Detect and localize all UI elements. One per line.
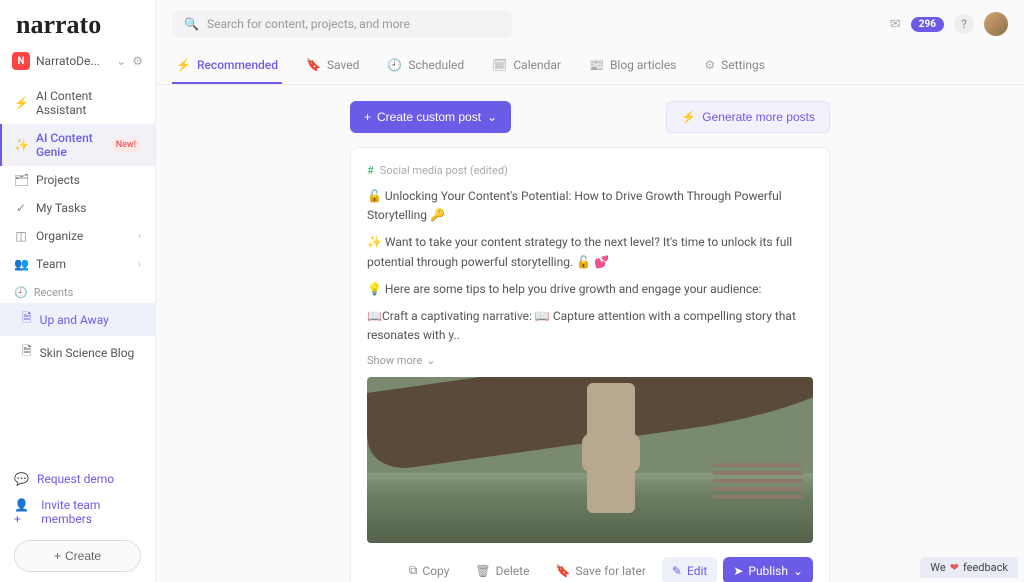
tab-settings[interactable]: ⚙Settings: [700, 48, 769, 84]
clock-icon: 🕘: [14, 286, 28, 299]
recent-item-up-and-away[interactable]: 🗎 Up and Away: [0, 303, 155, 336]
sidebar-bottom: 💬 Request demo 👤+ Invite team members + …: [0, 456, 155, 582]
create-button[interactable]: + Create: [14, 540, 141, 572]
nav-ai-genie[interactable]: ✨ AI Content Genie New!: [0, 124, 155, 166]
topbar-right: ✉ 296 ?: [890, 12, 1008, 36]
doc-icon: 🗎: [22, 342, 32, 363]
post-line-2: ✨ Want to take your content strategy to …: [367, 233, 813, 271]
hash-icon: #: [367, 164, 374, 177]
post-actions: ⧉Copy 🗑Delete 🔖Save for later ✎Edit ➤Pub…: [367, 557, 813, 582]
nav-label: Projects: [36, 173, 80, 187]
post-image: [367, 377, 813, 543]
tab-saved[interactable]: 🔖Saved: [302, 48, 363, 84]
sparkle-icon: ✨: [14, 138, 28, 152]
plus-icon: +: [54, 549, 61, 563]
nav-organize[interactable]: ◫ Organize ›: [0, 222, 155, 250]
search-placeholder: Search for content, projects, and more: [207, 17, 410, 31]
nav-ai-assistant[interactable]: ⚡ AI Content Assistant: [0, 82, 155, 124]
copy-icon: ⧉: [409, 563, 418, 578]
nav-label: AI Content Genie: [36, 131, 103, 159]
sidebar: narrato N NarratoDe... ⌄ ⚙ ⚡ AI Content …: [0, 0, 156, 582]
content-toolbar: + Create custom post ⌄ ⚡ Generate more p…: [350, 101, 830, 133]
recent-label: Skin Science Blog: [40, 346, 135, 360]
chevron-down-icon: ⌄: [116, 54, 126, 68]
tab-blog[interactable]: 📰Blog articles: [585, 48, 680, 84]
bolt-icon: ⚡: [14, 96, 28, 110]
workspace-selector[interactable]: N NarratoDe... ⌄ ⚙: [0, 46, 155, 76]
workspace-avatar: N: [12, 52, 30, 70]
generate-more-button[interactable]: ⚡ Generate more posts: [666, 101, 830, 133]
post-card: # Social media post (edited) 🔓 Unlocking…: [350, 147, 830, 582]
pencil-icon: ✎: [672, 564, 682, 578]
workspace-name: NarratoDe...: [36, 54, 100, 68]
bookmark-icon: 🔖: [306, 58, 321, 72]
calendar-icon: 🗓: [492, 58, 507, 72]
clock-icon: 🕘: [387, 58, 402, 72]
folder-icon: 🗂: [14, 173, 28, 187]
nav-label: My Tasks: [36, 201, 86, 215]
content-tabs: ⚡Recommended 🔖Saved 🕘Scheduled 🗓Calendar…: [156, 48, 1024, 85]
search-icon: 🔍: [184, 17, 199, 31]
check-icon: ✓: [14, 201, 28, 215]
mail-icon[interactable]: ✉: [890, 17, 901, 32]
invite-link[interactable]: 👤+ Invite team members: [14, 492, 141, 532]
post-type: # Social media post (edited): [367, 164, 813, 177]
user-avatar[interactable]: [984, 12, 1008, 36]
search-input[interactable]: 🔍 Search for content, projects, and more: [172, 10, 512, 38]
chevron-down-icon: ⌄: [487, 110, 497, 124]
bolt-icon: ⚡: [176, 58, 191, 72]
main: 🔍 Search for content, projects, and more…: [156, 0, 1024, 582]
feedback-widget[interactable]: We ❤ feedback: [920, 557, 1018, 578]
nav-label: AI Content Assistant: [36, 89, 141, 117]
copy-button[interactable]: ⧉Copy: [399, 557, 460, 582]
recents-heading: 🕘 Recents: [0, 278, 155, 303]
delete-button[interactable]: 🗑Delete: [465, 557, 539, 582]
nav-my-tasks[interactable]: ✓ My Tasks: [0, 194, 155, 222]
chevron-down-icon: ⌄: [426, 354, 435, 367]
publish-button[interactable]: ➤Publish⌄: [723, 557, 813, 582]
bolt-icon: ⚡: [681, 110, 696, 124]
nav-label: Organize: [36, 229, 83, 243]
gear-icon: ⚙: [704, 58, 715, 72]
tab-scheduled[interactable]: 🕘Scheduled: [383, 48, 468, 84]
post-line-1: 🔓 Unlocking Your Content's Potential: Ho…: [367, 187, 813, 225]
post-line-4: 📖Craft a captivating narrative: 📖 Captur…: [367, 307, 813, 345]
edit-button[interactable]: ✎Edit: [662, 557, 717, 582]
article-icon: 📰: [589, 58, 604, 72]
new-badge: New!: [111, 138, 141, 152]
chat-icon: 💬: [14, 472, 29, 486]
bookmark-icon: 🔖: [555, 564, 570, 578]
grid-icon: ◫: [14, 229, 28, 243]
doc-icon: 🗎: [22, 309, 32, 330]
nav-label: Team: [36, 257, 66, 271]
trash-icon: 🗑: [475, 564, 490, 578]
tab-calendar[interactable]: 🗓Calendar: [488, 48, 565, 84]
post-line-3: 💡 Here are some tips to help you drive g…: [367, 280, 813, 299]
recent-label: Up and Away: [40, 313, 109, 327]
request-demo-link[interactable]: 💬 Request demo: [14, 466, 141, 492]
tab-recommended[interactable]: ⚡Recommended: [172, 48, 282, 84]
nav-projects[interactable]: 🗂 Projects: [0, 166, 155, 194]
show-more-link[interactable]: Show more ⌄: [367, 354, 435, 367]
primary-nav: ⚡ AI Content Assistant ✨ AI Content Geni…: [0, 82, 155, 278]
help-icon[interactable]: ?: [954, 14, 974, 34]
notification-count[interactable]: 296: [911, 17, 944, 32]
plus-icon: +: [364, 110, 371, 124]
recent-item-skin-science[interactable]: 🗎 Skin Science Blog: [0, 336, 155, 369]
content-area: + Create custom post ⌄ ⚡ Generate more p…: [156, 85, 1024, 582]
heart-icon: ❤: [950, 561, 959, 574]
chevron-right-icon: ›: [138, 231, 141, 242]
save-button[interactable]: 🔖Save for later: [545, 557, 655, 582]
create-custom-post-button[interactable]: + Create custom post ⌄: [350, 101, 511, 133]
chevron-down-icon: ⌄: [793, 564, 803, 578]
chevron-right-icon: ›: [138, 259, 141, 270]
nav-team[interactable]: 👥 Team ›: [0, 250, 155, 278]
user-plus-icon: 👤+: [14, 498, 33, 526]
team-icon: 👥: [14, 257, 28, 271]
topbar: 🔍 Search for content, projects, and more…: [156, 0, 1024, 48]
send-icon: ➤: [733, 564, 743, 578]
logo: narrato: [0, 0, 155, 46]
gear-icon[interactable]: ⚙: [132, 54, 143, 68]
